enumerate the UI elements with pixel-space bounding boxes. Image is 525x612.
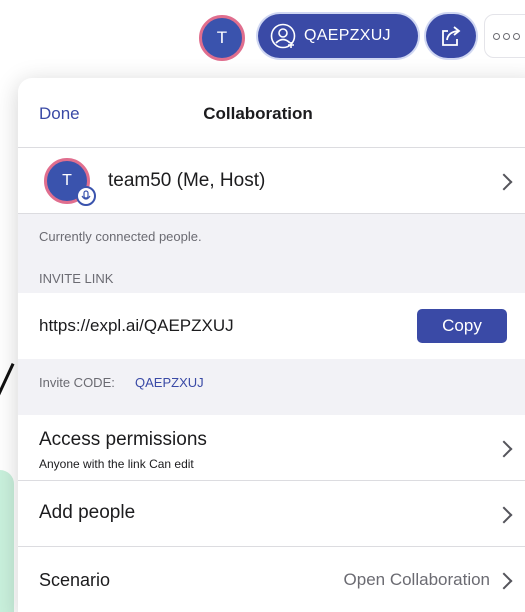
host-participant-row[interactable]: T team50 (Me, Host)	[18, 148, 525, 214]
chevron-right-icon	[495, 572, 513, 590]
invite-code-label: Invite CODE:	[39, 375, 115, 390]
more-button[interactable]	[484, 14, 525, 58]
canvas-shape	[0, 470, 14, 612]
user-avatar[interactable]: T	[199, 15, 245, 61]
invite-code-value[interactable]: QAEPZXUJ	[135, 375, 204, 390]
copy-button[interactable]: Copy	[417, 309, 507, 343]
collaboration-session-button[interactable]: QAEPZXUJ	[258, 14, 418, 58]
scenario-row[interactable]: Scenario Open Collaboration	[18, 547, 525, 612]
user-avatar-initial: T	[216, 28, 228, 47]
person-add-icon	[270, 23, 296, 49]
collaboration-popover: Done Collaboration T team50 (Me, Host) C…	[18, 78, 525, 612]
canvas-stroke	[0, 363, 15, 397]
invite-link-row: https://expl.ai/QAEPZXUJ Copy	[18, 293, 525, 359]
invite-section-header: Currently connected people. INVITE LINK	[18, 214, 525, 293]
add-people-label: Add people	[39, 502, 136, 523]
access-permissions-subtitle: Anyone with the link Can edit	[39, 457, 194, 471]
access-permissions-title: Access permissions	[39, 429, 207, 450]
microphone-icon	[76, 186, 96, 206]
add-people-row[interactable]: Add people	[18, 481, 525, 547]
top-toolbar: T QAEPZXUJ	[0, 0, 525, 70]
invite-code-section: Invite CODE: QAEPZXUJ	[18, 359, 525, 415]
scenario-value: Open Collaboration	[343, 570, 490, 589]
access-permissions-row[interactable]: Access permissions Anyone with the link …	[18, 415, 525, 481]
invite-link-header: INVITE LINK	[39, 271, 114, 286]
scenario-label: Scenario	[39, 570, 111, 590]
share-button[interactable]	[426, 14, 476, 58]
host-avatar-initial: T	[62, 172, 72, 189]
chevron-right-icon	[495, 173, 513, 191]
chevron-right-icon	[495, 506, 513, 524]
session-code: QAEPZXUJ	[304, 27, 391, 44]
chevron-right-icon	[495, 440, 513, 458]
popover-title: Collaboration	[203, 104, 313, 123]
invite-link[interactable]: https://expl.ai/QAEPZXUJ	[39, 316, 234, 336]
popover-header: Done Collaboration	[18, 78, 525, 148]
host-name: team50 (Me, Host)	[108, 170, 266, 191]
connected-caption: Currently connected people.	[39, 229, 202, 244]
share-icon	[442, 26, 461, 46]
more-icon	[493, 32, 500, 40]
